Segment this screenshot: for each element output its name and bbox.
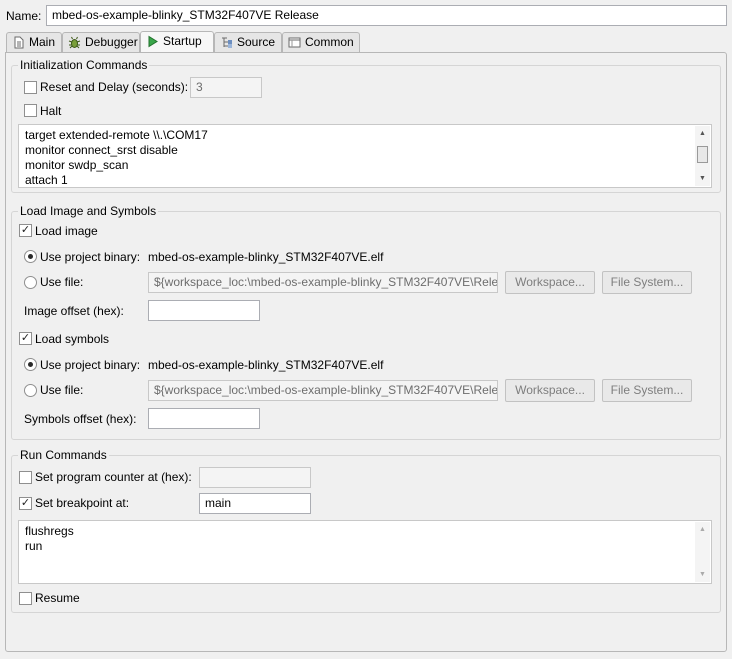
run-command-line: run (25, 539, 43, 553)
run-commands-textarea[interactable]: flushregs run ▲ ▼ (18, 520, 712, 584)
tab-debugger-label: Debugger (85, 35, 138, 49)
symbols-filesystem-button[interactable]: File System... (602, 379, 692, 402)
run-commands-scrollbar[interactable]: ▲ ▼ (695, 522, 710, 582)
load-image-checkbox[interactable]: ✓ (19, 224, 32, 237)
run-command-line: flushregs (25, 524, 74, 538)
load-symbols-label: Load symbols (35, 332, 110, 346)
symbols-offset-label: Symbols offset (hex): (24, 412, 137, 426)
image-project-binary-value: mbed-os-example-blinky_STM32F407VE.elf (148, 250, 384, 264)
symbols-project-binary-radio[interactable] (24, 358, 37, 371)
init-commands-scrollbar[interactable]: ▲ ▼ (695, 126, 710, 186)
halt-label: Halt (40, 104, 62, 118)
tab-common[interactable]: Common (282, 32, 360, 52)
tab-startup[interactable]: Startup (140, 31, 214, 52)
set-pc-input[interactable] (199, 467, 311, 488)
load-group (11, 211, 721, 440)
tab-debugger[interactable]: Debugger (62, 32, 140, 52)
scroll-up-arrow-icon[interactable]: ▲ (695, 126, 710, 141)
image-use-file-label: Use file: (40, 275, 84, 289)
name-label: Name: (6, 9, 42, 23)
image-workspace-button[interactable]: Workspace... (505, 271, 595, 294)
scroll-down-arrow-icon[interactable]: ▼ (695, 171, 710, 186)
tab-startup-label: Startup (163, 34, 202, 48)
set-pc-checkbox[interactable] (19, 471, 32, 484)
reset-delay-checkbox[interactable] (24, 81, 37, 94)
symbols-project-binary-label: Use project binary: (40, 358, 141, 372)
set-breakpoint-checkbox[interactable]: ✓ (19, 497, 32, 510)
halt-checkbox[interactable] (24, 104, 37, 117)
resume-checkbox[interactable] (19, 592, 32, 605)
image-offset-input[interactable] (148, 300, 260, 321)
init-command-line: attach 1 (25, 173, 68, 187)
init-command-line: monitor swdp_scan (25, 158, 129, 172)
symbols-offset-input[interactable] (148, 408, 260, 429)
symbols-use-file-label: Use file: (40, 383, 84, 397)
symbols-project-binary-value: mbed-os-example-blinky_STM32F407VE.elf (148, 358, 384, 372)
load-symbols-checkbox[interactable]: ✓ (19, 332, 32, 345)
image-project-binary-label: Use project binary: (40, 250, 141, 264)
init-commands-textarea[interactable]: target extended-remote \\.\COM17 monitor… (18, 124, 712, 188)
set-pc-label: Set program counter at (hex): (35, 470, 192, 484)
tab-source-label: Source (237, 35, 276, 49)
image-use-file-radio[interactable] (24, 276, 37, 289)
reset-delay-label: Reset and Delay (seconds): (40, 80, 189, 94)
bug-icon (68, 36, 81, 49)
load-group-title: Load Image and Symbols (18, 204, 159, 218)
play-icon (148, 35, 158, 48)
symbols-file-input[interactable]: ${workspace_loc:\mbed-os-example-blinky_… (148, 380, 498, 401)
tab-source[interactable]: Source (214, 32, 282, 52)
symbols-workspace-button[interactable]: Workspace... (505, 379, 595, 402)
init-command-line: target extended-remote \\.\COM17 (25, 128, 208, 142)
scroll-up-arrow-icon[interactable]: ▲ (695, 522, 710, 537)
init-command-line: monitor connect_srst disable (25, 143, 178, 157)
set-breakpoint-input[interactable]: main (199, 493, 311, 514)
set-breakpoint-label: Set breakpoint at: (35, 496, 130, 510)
scroll-thumb[interactable] (697, 146, 708, 163)
name-input[interactable]: mbed-os-example-blinky_STM32F407VE Relea… (46, 5, 727, 26)
image-filesystem-button[interactable]: File System... (602, 271, 692, 294)
delay-input[interactable]: 3 (190, 77, 262, 98)
symbols-use-file-radio[interactable] (24, 384, 37, 397)
init-group-title: Initialization Commands (18, 58, 150, 72)
tab-main-label: Main (29, 35, 56, 49)
source-icon (222, 37, 232, 48)
image-file-input[interactable]: ${workspace_loc:\mbed-os-example-blinky_… (148, 272, 498, 293)
window-icon (288, 37, 301, 48)
image-offset-label: Image offset (hex): (24, 304, 124, 318)
run-group-title: Run Commands (18, 448, 109, 462)
resume-label: Resume (35, 591, 80, 605)
image-project-binary-radio[interactable] (24, 250, 37, 263)
scroll-down-arrow-icon[interactable]: ▼ (695, 567, 710, 582)
load-image-label: Load image (35, 224, 98, 238)
document-icon (14, 36, 24, 49)
tab-common-label: Common (305, 35, 354, 49)
tab-main[interactable]: Main (6, 32, 62, 52)
